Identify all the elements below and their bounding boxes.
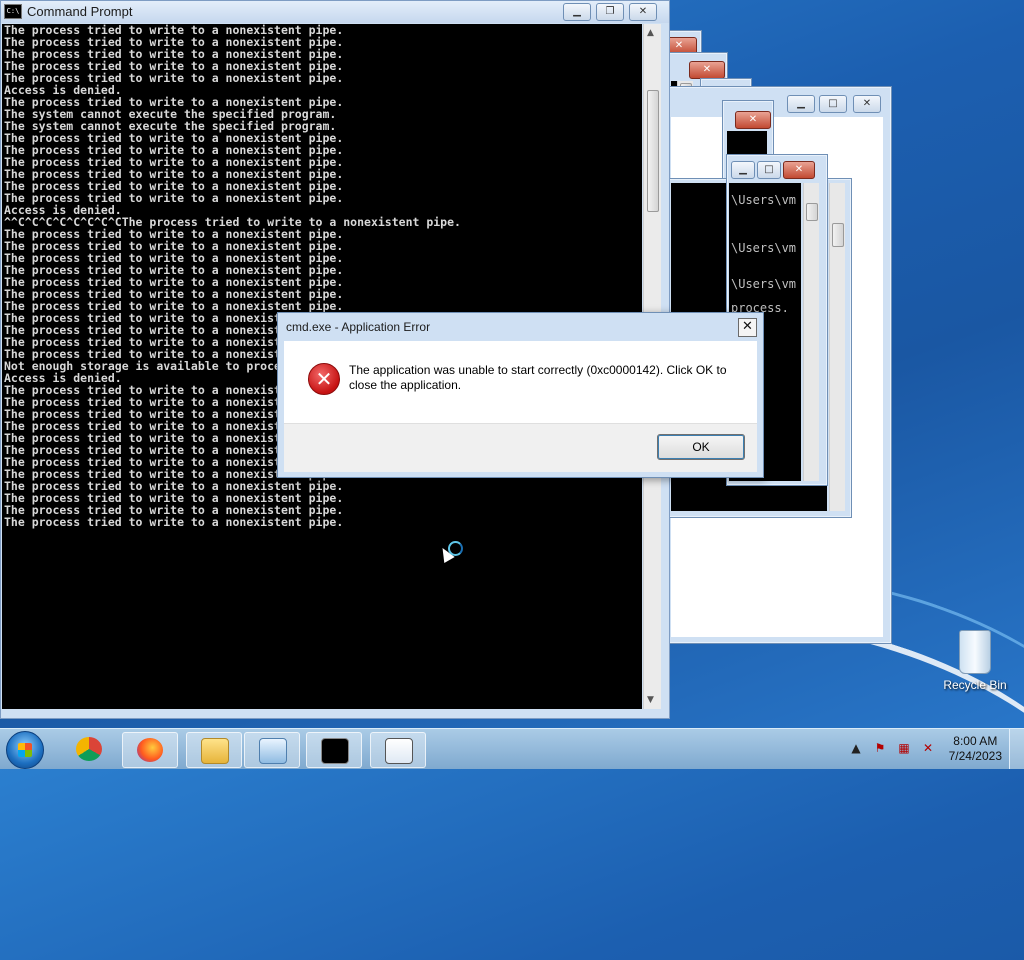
minimize-button[interactable]: ▁ (563, 3, 591, 21)
title-bar[interactable]: C:\ Command Prompt ▁ ❐ ✕ (1, 1, 669, 23)
close-button[interactable]: ✕ (853, 95, 881, 113)
control-panel-icon (259, 738, 287, 764)
scrollbar[interactable] (803, 183, 819, 481)
maximize-button[interactable]: □ (757, 161, 781, 179)
recycle-bin-label: Recycle Bin (943, 678, 1007, 692)
dialog-body: ✕ The application was unable to start co… (284, 341, 757, 423)
minimize-button[interactable]: ▁ (731, 161, 755, 179)
close-button[interactable]: ✕ (735, 111, 771, 129)
dialog-close-button[interactable]: ✕ (738, 318, 757, 337)
console-text: \Users\vm (731, 241, 797, 255)
close-button[interactable]: ✕ (783, 161, 815, 179)
window-title: Command Prompt (27, 4, 133, 19)
scroll-down-arrow[interactable]: ▼ (647, 695, 654, 705)
taskbar-app-window[interactable] (370, 732, 426, 768)
system-tray: ▲ ⚑ ▦ ✕ 8:00 AM 7/24/2023 (834, 729, 1024, 769)
scroll-thumb[interactable] (806, 203, 818, 221)
clock[interactable]: 8:00 AM 7/24/2023 (949, 734, 1002, 764)
chrome-icon (76, 737, 102, 761)
maximize-button[interactable]: □ (819, 95, 847, 113)
cmd-icon: C:\ (4, 4, 22, 19)
firefox-icon (137, 738, 163, 762)
clock-date: 7/24/2023 (948, 749, 1002, 763)
clock-time: 8:00 AM (953, 734, 998, 748)
show-desktop-button[interactable] (1009, 729, 1024, 769)
error-icon: ✕ (308, 363, 340, 395)
recycle-bin-icon (959, 630, 991, 674)
scroll-thumb[interactable] (647, 90, 659, 212)
taskbar: ▲ ⚑ ▦ ✕ 8:00 AM 7/24/2023 (0, 728, 1024, 769)
dialog-footer: OK (284, 423, 757, 472)
volume-muted-icon[interactable]: ✕ (920, 741, 936, 757)
console-text: \Users\vm (731, 277, 797, 291)
taskbar-firefox[interactable] (122, 732, 178, 768)
action-center-icon[interactable]: ⚑ (872, 741, 888, 757)
explorer-icon (201, 738, 229, 764)
start-button[interactable] (6, 731, 44, 769)
dialog-title: cmd.exe - Application Error (286, 320, 431, 334)
close-button[interactable]: ✕ (629, 3, 657, 21)
application-error-dialog[interactable]: cmd.exe - Application Error ✕ ✕ The appl… (277, 312, 764, 478)
recycle-bin-shortcut[interactable]: Recycle Bin (940, 630, 1010, 692)
minimize-button[interactable]: ▁ (787, 95, 815, 113)
error-message: The application was unable to start corr… (349, 363, 727, 392)
console-text: \Users\vm (731, 193, 797, 207)
busy-indicator-icon (448, 541, 463, 556)
scroll-thumb[interactable] (832, 223, 844, 247)
show-hidden-icons-icon[interactable]: ▲ (848, 741, 864, 757)
scrollbar[interactable] (829, 183, 845, 511)
network-icon[interactable]: ▦ (896, 741, 912, 757)
console-line: The process tried to write to a nonexist… (4, 515, 344, 529)
taskbar-chrome[interactable] (62, 732, 116, 766)
maximize-button[interactable]: ❐ (596, 3, 624, 21)
scroll-up-arrow[interactable]: ▲ (647, 28, 654, 38)
ok-button[interactable]: OK (657, 434, 745, 460)
app-window-icon (385, 738, 413, 764)
close-button[interactable]: ✕ (689, 61, 725, 79)
taskbar-explorer[interactable] (186, 732, 242, 768)
taskbar-control-panel[interactable] (244, 732, 300, 768)
cmd-icon (321, 738, 349, 764)
taskbar-cmd[interactable] (306, 732, 362, 768)
